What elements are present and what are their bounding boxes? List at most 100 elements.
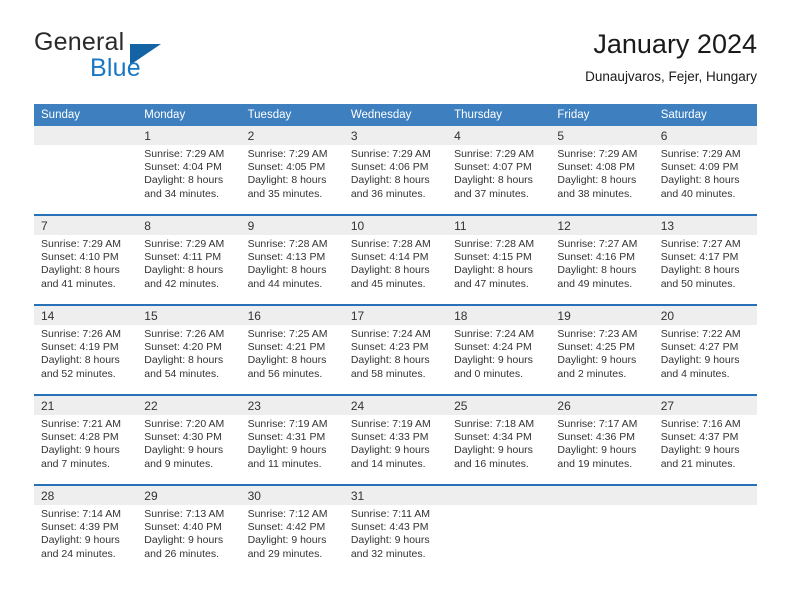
day-detail-daylight1: Daylight: 9 hours	[144, 534, 224, 547]
weekday-header-thursday: Thursday	[447, 104, 551, 126]
day-details: Sunrise: 7:24 AM Sunset: 4:23 PM Daylight:…	[344, 325, 447, 381]
day-cell[interactable]: 16 Sunrise: 7:25 AM Sunset: 4:21 PM Dayligh…	[240, 306, 344, 394]
day-cell[interactable]: 25 Sunrise: 7:18 AM Sunset: 4:34 PM Dayligh…	[447, 396, 551, 484]
day-cell[interactable]: 7 Sunrise: 7:29 AM Sunset: 4:10 PM Daylight…	[34, 216, 138, 304]
day-cell[interactable]: 17 Sunrise: 7:24 AM Sunset: 4:23 PM Dayligh…	[343, 306, 448, 394]
day-detail-sunrise: Sunrise: 7:18 AM	[454, 418, 535, 430]
day-cell[interactable]: 6 Sunrise: 7:29 AM Sunset: 4:09 PM Daylight…	[653, 126, 757, 214]
day-number: 14	[34, 306, 138, 325]
calendar-cell: 8 Sunrise: 7:29 AM Sunset: 4:11 PM Daylight…	[137, 214, 241, 305]
calendar-table: Sunday Monday Tuesday Wednesday Thursday…	[34, 104, 757, 574]
day-detail-sunrise: Sunrise: 7:29 AM	[41, 238, 121, 250]
day-details: Sunrise: 7:17 AM Sunset: 4:36 PM Daylight:…	[550, 415, 653, 471]
day-detail-daylight1: Daylight: 8 hours	[660, 264, 740, 277]
day-number: 10	[343, 216, 448, 235]
day-cell[interactable]: 4 Sunrise: 7:29 AM Sunset: 4:07 PM Daylight…	[447, 126, 551, 214]
day-cell[interactable]: 3 Sunrise: 7:29 AM Sunset: 4:06 PM Daylight…	[343, 126, 448, 214]
day-detail-daylight1: Daylight: 8 hours	[247, 354, 327, 367]
day-detail-sunset: Sunset: 4:15 PM	[454, 251, 532, 264]
day-detail-sunset: Sunset: 4:19 PM	[41, 341, 119, 354]
day-detail-daylight1: Daylight: 9 hours	[660, 354, 740, 367]
day-details: Sunrise: 7:25 AM Sunset: 4:21 PM Daylight:…	[241, 325, 344, 381]
day-cell[interactable]: 30 Sunrise: 7:12 AM Sunset: 4:42 PM Dayligh…	[240, 486, 344, 574]
day-detail-sunset: Sunset: 4:17 PM	[660, 251, 739, 264]
day-cell[interactable]: 1 Sunrise: 7:29 AM Sunset: 4:04 PM Daylight…	[137, 126, 241, 214]
day-detail-sunrise: Sunrise: 7:22 AM	[660, 328, 741, 340]
day-detail-sunset: Sunset: 4:30 PM	[144, 431, 222, 444]
day-cell[interactable]: 12 Sunrise: 7:27 AM Sunset: 4:16 PM Dayligh…	[550, 216, 654, 304]
day-cell[interactable]: 26 Sunrise: 7:17 AM Sunset: 4:36 PM Dayligh…	[550, 396, 654, 484]
day-details: Sunrise: 7:29 AM Sunset: 4:06 PM Daylight:…	[344, 145, 447, 201]
day-detail-sunrise: Sunrise: 7:29 AM	[247, 148, 328, 160]
day-detail-sunset: Sunset: 4:09 PM	[660, 161, 739, 174]
day-detail-sunset: Sunset: 4:20 PM	[144, 341, 222, 354]
day-detail-sunset: Sunset: 4:33 PM	[350, 431, 429, 444]
day-detail-daylight2: and 16 minutes.	[454, 457, 529, 470]
day-detail-sunset: Sunset: 4:05 PM	[247, 161, 326, 174]
day-detail-sunrise: Sunrise: 7:29 AM	[660, 148, 741, 160]
day-number: 12	[550, 216, 654, 235]
day-number: 26	[550, 396, 654, 415]
calendar-cell: 17 Sunrise: 7:24 AM Sunset: 4:23 PM Dayligh…	[343, 304, 448, 395]
day-details: Sunrise: 7:29 AM Sunset: 4:07 PM Daylight:…	[447, 145, 550, 201]
calendar-week-row: 28 Sunrise: 7:14 AM Sunset: 4:39 PM Dayligh…	[34, 484, 757, 574]
weekday-header-friday: Friday	[550, 104, 654, 126]
day-detail-daylight1: Daylight: 8 hours	[247, 264, 327, 277]
title-block: January 2024 Dunaujvaros, Fejer, Hungary	[585, 28, 757, 87]
day-cell[interactable]: 27 Sunrise: 7:16 AM Sunset: 4:37 PM Dayligh…	[653, 396, 757, 484]
calendar-body: 1 Sunrise: 7:29 AM Sunset: 4:04 PM Daylight…	[34, 126, 757, 574]
day-cell[interactable]: 22 Sunrise: 7:20 AM Sunset: 4:30 PM Dayligh…	[137, 396, 241, 484]
day-detail-daylight1: Daylight: 8 hours	[454, 264, 533, 277]
day-number: 28	[34, 486, 138, 505]
logo-text-blue: Blue	[90, 54, 141, 82]
calendar-week-row: 21 Sunrise: 7:21 AM Sunset: 4:28 PM Dayligh…	[34, 394, 757, 485]
day-details: Sunrise: 7:18 AM Sunset: 4:34 PM Daylight:…	[447, 415, 550, 471]
day-detail-sunset: Sunset: 4:23 PM	[350, 341, 429, 354]
day-number	[447, 486, 551, 505]
day-number: 31	[343, 486, 448, 505]
day-cell[interactable]: 2 Sunrise: 7:29 AM Sunset: 4:05 PM Daylight…	[240, 126, 344, 214]
day-number: 5	[550, 126, 654, 145]
day-cell[interactable]: 18 Sunrise: 7:24 AM Sunset: 4:24 PM Dayligh…	[447, 306, 551, 394]
day-cell[interactable]: 23 Sunrise: 7:19 AM Sunset: 4:31 PM Dayligh…	[240, 396, 344, 484]
day-cell[interactable]: 9 Sunrise: 7:28 AM Sunset: 4:13 PM Daylight…	[240, 216, 344, 304]
day-number: 3	[343, 126, 448, 145]
day-cell[interactable]: 15 Sunrise: 7:26 AM Sunset: 4:20 PM Dayligh…	[137, 306, 241, 394]
day-details: Sunrise: 7:28 AM Sunset: 4:13 PM Daylight:…	[241, 235, 344, 291]
day-number: 27	[653, 396, 757, 415]
day-cell[interactable]: 29 Sunrise: 7:13 AM Sunset: 4:40 PM Dayligh…	[137, 486, 241, 574]
day-detail-daylight1: Daylight: 9 hours	[660, 444, 740, 457]
day-cell[interactable]: 13 Sunrise: 7:27 AM Sunset: 4:17 PM Dayligh…	[653, 216, 757, 304]
day-cell[interactable]: 28 Sunrise: 7:14 AM Sunset: 4:39 PM Dayligh…	[34, 486, 138, 574]
calendar-cell: 28 Sunrise: 7:14 AM Sunset: 4:39 PM Dayligh…	[34, 484, 138, 574]
day-detail-sunrise: Sunrise: 7:25 AM	[247, 328, 328, 340]
day-cell[interactable]: 10 Sunrise: 7:28 AM Sunset: 4:14 PM Dayligh…	[343, 216, 448, 304]
day-detail-sunset: Sunset: 4:40 PM	[144, 521, 222, 534]
day-cell[interactable]: 24 Sunrise: 7:19 AM Sunset: 4:33 PM Dayligh…	[343, 396, 448, 484]
general-blue-logo[interactable]: General Blue	[34, 28, 254, 86]
day-cell[interactable]: 11 Sunrise: 7:28 AM Sunset: 4:15 PM Dayligh…	[447, 216, 551, 304]
calendar-cell: 20 Sunrise: 7:22 AM Sunset: 4:27 PM Dayligh…	[653, 304, 757, 395]
day-detail-sunrise: Sunrise: 7:26 AM	[144, 328, 225, 340]
day-cell[interactable]: 14 Sunrise: 7:26 AM Sunset: 4:19 PM Dayligh…	[34, 306, 138, 394]
day-detail-daylight2: and 37 minutes.	[454, 187, 529, 200]
day-cell[interactable]: 21 Sunrise: 7:21 AM Sunset: 4:28 PM Dayligh…	[34, 396, 138, 484]
day-details: Sunrise: 7:26 AM Sunset: 4:19 PM Daylight:…	[34, 325, 137, 381]
day-number: 18	[447, 306, 551, 325]
day-detail-daylight2: and 44 minutes.	[247, 277, 323, 290]
calendar-cell: 1 Sunrise: 7:29 AM Sunset: 4:04 PM Daylight…	[137, 126, 241, 215]
day-cell[interactable]: 19 Sunrise: 7:23 AM Sunset: 4:25 PM Dayligh…	[550, 306, 654, 394]
calendar-cell: 6 Sunrise: 7:29 AM Sunset: 4:09 PM Daylight…	[653, 126, 757, 215]
day-detail-daylight2: and 49 minutes.	[557, 277, 633, 290]
day-number: 6	[653, 126, 757, 145]
day-detail-sunrise: Sunrise: 7:19 AM	[247, 418, 328, 430]
day-detail-daylight1: Daylight: 9 hours	[41, 534, 120, 547]
day-cell[interactable]: 20 Sunrise: 7:22 AM Sunset: 4:27 PM Dayligh…	[653, 306, 757, 394]
day-detail-daylight2: and 36 minutes.	[350, 187, 426, 200]
day-cell[interactable]: 8 Sunrise: 7:29 AM Sunset: 4:11 PM Daylight…	[137, 216, 241, 304]
calendar-week-row: 14 Sunrise: 7:26 AM Sunset: 4:19 PM Dayligh…	[34, 304, 757, 395]
day-detail-daylight2: and 52 minutes.	[41, 367, 116, 380]
day-cell[interactable]: 5 Sunrise: 7:29 AM Sunset: 4:08 PM Daylight…	[550, 126, 654, 214]
day-cell[interactable]: 31 Sunrise: 7:11 AM Sunset: 4:43 PM Dayligh…	[343, 486, 448, 574]
day-details: Sunrise: 7:21 AM Sunset: 4:28 PM Daylight:…	[34, 415, 137, 471]
